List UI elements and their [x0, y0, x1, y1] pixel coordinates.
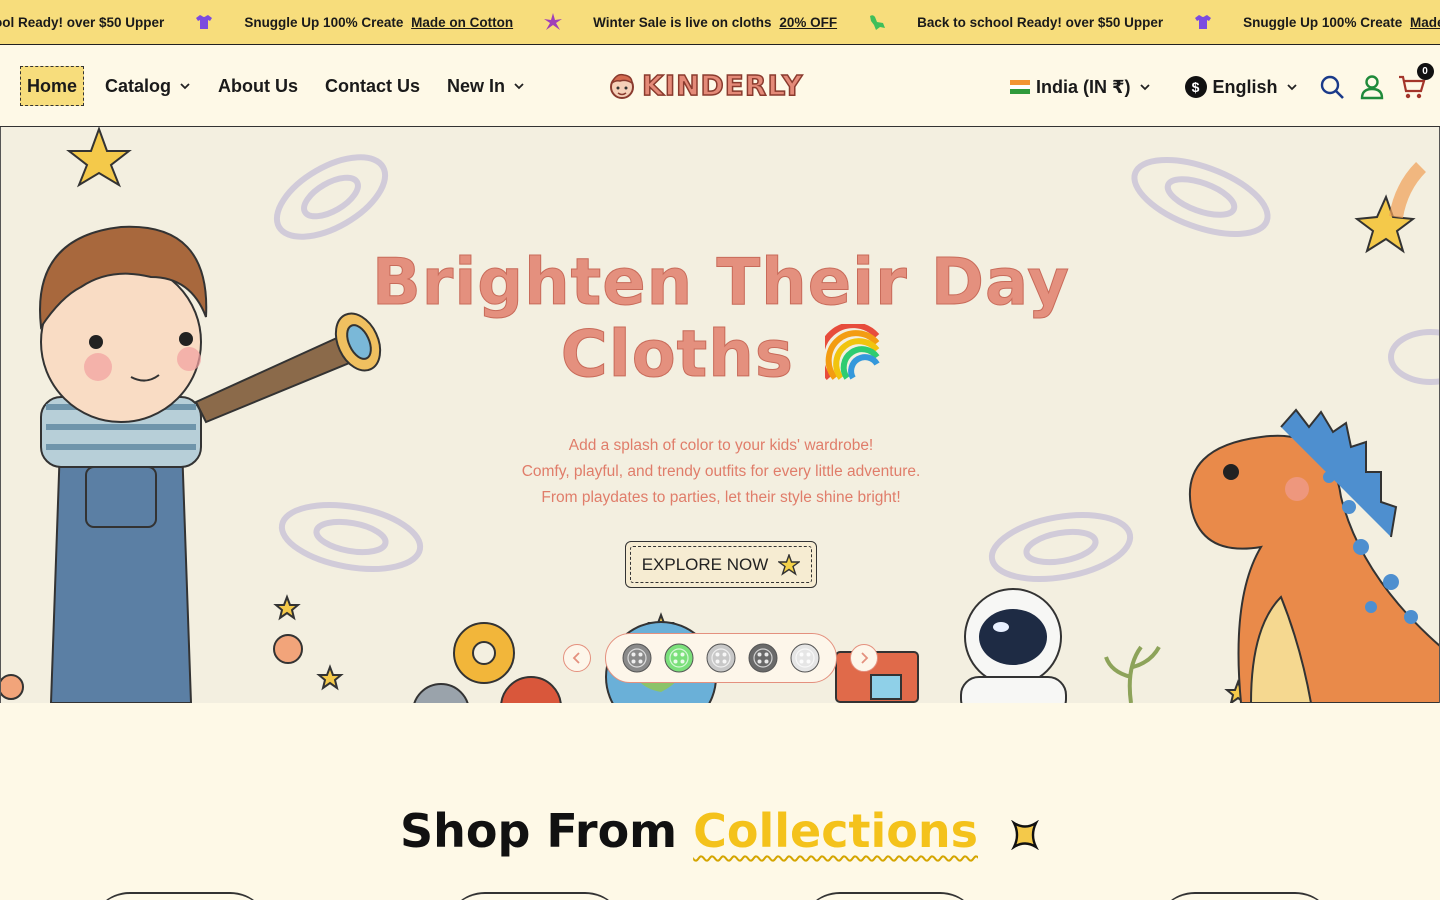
hero-title-line2: Cloths: [1, 318, 1439, 392]
main-nav: Home Catalog About Us Contact Us New In: [20, 66, 546, 106]
announcement-bar: ool Ready! over $50 Upper Snuggle Up 100…: [0, 0, 1440, 45]
slide-dot[interactable]: [664, 643, 694, 673]
language-label: English: [1212, 76, 1278, 97]
cart-button[interactable]: 0: [1398, 63, 1434, 101]
hero-title-line2-text: Cloths: [560, 318, 794, 392]
announcement-item: ool Ready! over $50 Upper: [0, 14, 165, 30]
announcement-item: Back to school Ready! over $50 Upper: [917, 14, 1164, 30]
announcement-item: Winter Sale is live on cloths 20% OFF: [593, 14, 838, 30]
button-icon: [748, 643, 778, 673]
country-selector[interactable]: India (IN ₹): [1010, 77, 1151, 98]
announcement-track: ool Ready! over $50 Upper Snuggle Up 100…: [0, 0, 1440, 44]
slide-dot[interactable]: [706, 643, 736, 673]
nav-home[interactable]: Home: [20, 66, 85, 106]
announcement-item: Snuggle Up 100% Create Made on Cotton: [244, 14, 514, 30]
collections-heading-part1: Shop From: [399, 804, 678, 858]
country-label: India (IN ₹): [1036, 76, 1131, 97]
announcement-link[interactable]: Made on Cotton: [411, 15, 513, 30]
search-icon: [1320, 75, 1344, 99]
hero-next-arrow[interactable]: [850, 644, 878, 672]
collection-card[interactable]: [445, 892, 625, 900]
nav-about[interactable]: About Us: [212, 66, 304, 106]
explore-now-label: EXPLORE NOW: [641, 554, 769, 574]
site-header: Home Catalog About Us Contact Us New In …: [0, 45, 1440, 127]
hero-subtitle: Add a splash of color to your kids' ward…: [1, 433, 1439, 511]
dollar-icon: $: [1184, 76, 1207, 98]
explore-now-button[interactable]: EXPLORE NOW: [625, 541, 817, 588]
star-icon: [543, 12, 563, 32]
nav-new-in[interactable]: New In: [441, 66, 531, 106]
site-logo[interactable]: KINDERLY: [608, 68, 804, 103]
sparkle-icon: [1011, 819, 1039, 850]
button-icon: [622, 643, 652, 673]
announcement-link[interactable]: 20% OFF: [779, 15, 837, 30]
star-icon: [778, 553, 801, 576]
nav-catalog-label: Catalog: [105, 75, 172, 96]
account-button[interactable]: [1358, 73, 1386, 101]
hero-title: Brighten Their Day Cloths: [1, 246, 1439, 392]
chevron-down-icon: [514, 83, 524, 90]
announcement-link[interactable]: Made on Cotton: [1410, 15, 1440, 30]
cart-count-badge: 0: [1416, 63, 1434, 80]
hero-prev-arrow[interactable]: [563, 644, 591, 672]
collection-card[interactable]: [90, 892, 270, 900]
kid-face-icon: [610, 73, 634, 99]
tshirt-icon: [1193, 12, 1213, 32]
slide-indicator: [605, 633, 837, 683]
dino-icon: [867, 12, 887, 32]
button-icon: [706, 643, 736, 673]
user-icon: [1360, 75, 1383, 100]
slide-dot[interactable]: [622, 643, 652, 673]
hero-banner: Brighten Their Day Cloths Add a splash o…: [0, 127, 1440, 703]
button-icon: [790, 643, 820, 673]
hero-title-line1: Brighten Their Day: [372, 246, 1070, 320]
chevron-down-icon: [180, 83, 190, 90]
language-selector[interactable]: $ English: [1184, 76, 1298, 98]
hero-subtitle-line1: Add a splash of color to your kids' ward…: [568, 437, 874, 454]
collections-heading-highlight: Collections: [693, 804, 978, 858]
header-tools: India (IN ₹) $ English 0: [1010, 63, 1438, 107]
hero-subtitle-line2: Comfy, playful, and trendy outfits for e…: [521, 463, 921, 480]
logo-text: KINDERLY: [641, 68, 804, 103]
nav-catalog[interactable]: Catalog: [99, 66, 197, 106]
hero-subtitle-line3: From playdates to parties, let their sty…: [541, 489, 901, 506]
tshirt-icon: [194, 12, 214, 32]
button-icon: [664, 643, 694, 673]
slide-dot[interactable]: [790, 643, 820, 673]
hero-illustration: [1, 127, 1439, 703]
collections-heading: Shop From Collections: [0, 804, 1440, 858]
chevron-left-icon: [572, 652, 580, 664]
search-button[interactable]: [1318, 73, 1346, 101]
nav-new-in-label: New In: [447, 75, 506, 96]
india-flag-icon: [1010, 80, 1030, 95]
chevron-right-icon: [861, 652, 869, 664]
nav-contact[interactable]: Contact Us: [319, 66, 426, 106]
announcement-item: Snuggle Up 100% Create Made on Cotton: [1243, 15, 1440, 30]
slide-dot[interactable]: [748, 643, 778, 673]
chevron-down-icon: [1139, 84, 1150, 91]
collection-card[interactable]: [800, 892, 980, 900]
chevron-down-icon: [1286, 84, 1297, 91]
rainbow-icon: [818, 322, 880, 380]
collection-card[interactable]: [1155, 892, 1335, 900]
explore-now-inner: EXPLORE NOW: [630, 546, 812, 583]
